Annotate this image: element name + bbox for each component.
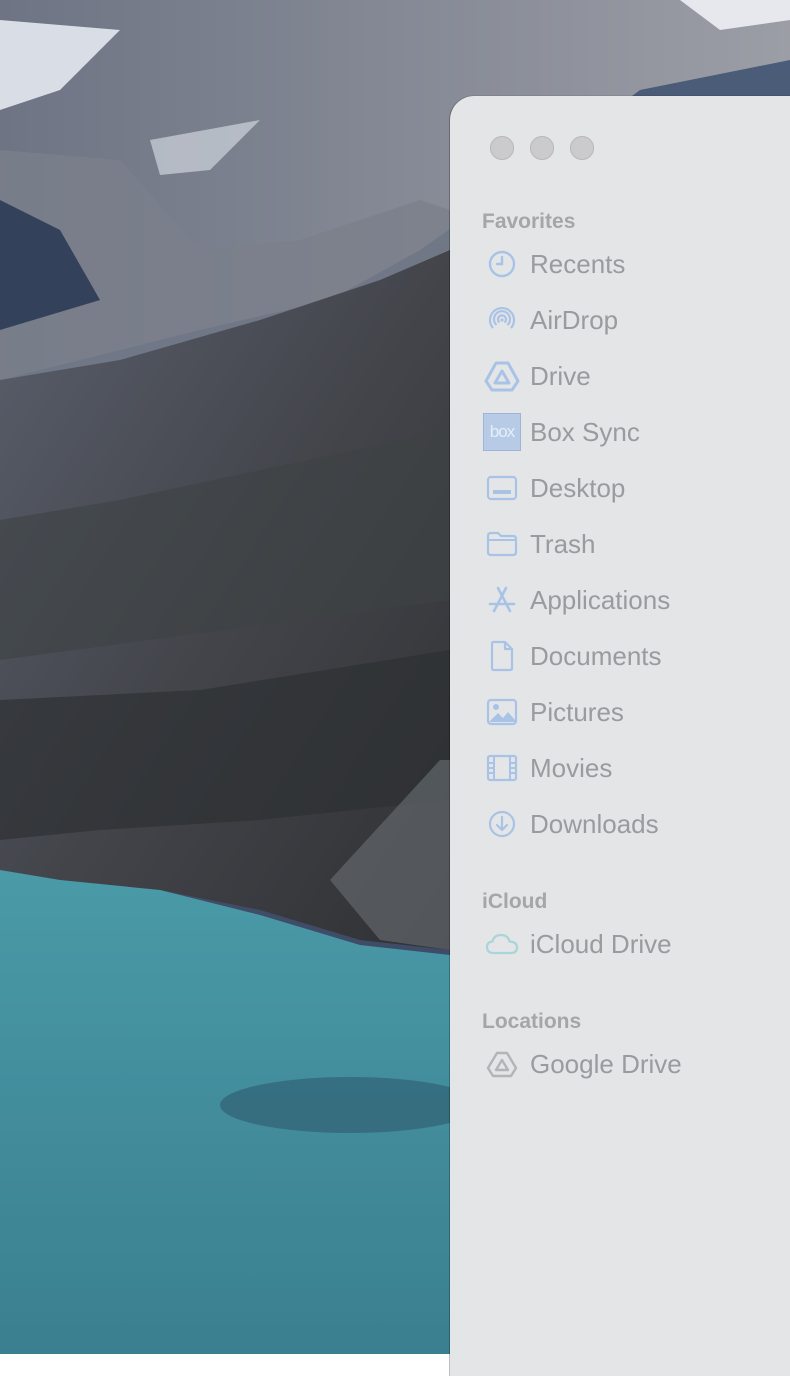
- sidebar-item-label: Trash: [530, 528, 596, 559]
- sidebar-item-label: Pictures: [530, 696, 624, 727]
- close-button[interactable]: [490, 136, 514, 160]
- sidebar-item-drive[interactable]: Drive: [482, 348, 782, 404]
- sidebar-item-trash[interactable]: Trash: [482, 516, 782, 572]
- sidebar-item-downloads[interactable]: Downloads: [482, 796, 782, 852]
- sidebar-item-label: Movies: [530, 752, 613, 783]
- sidebar-item-label: Google Drive: [530, 1048, 682, 1079]
- sidebar-item-movies[interactable]: Movies: [482, 740, 782, 796]
- sidebar-item-icloud-drive[interactable]: iCloud Drive: [482, 916, 782, 972]
- box-logo-icon: box: [482, 412, 522, 452]
- sidebar-item-recents[interactable]: Recents: [482, 236, 782, 292]
- window-controls: [490, 136, 594, 160]
- folder-icon: [482, 524, 522, 564]
- cloud-icon: [482, 924, 522, 964]
- clock-icon: [482, 244, 522, 284]
- sidebar-item-pictures[interactable]: Pictures: [482, 684, 782, 740]
- sidebar-item-airdrop[interactable]: AirDrop: [482, 292, 782, 348]
- download-icon: [482, 804, 522, 844]
- sidebar-item-google-drive[interactable]: Google Drive: [482, 1036, 782, 1092]
- sidebar-item-label: Documents: [530, 640, 662, 671]
- sidebar-item-desktop[interactable]: Desktop: [482, 460, 782, 516]
- document-icon: [482, 636, 522, 676]
- sidebar-item-label: Applications: [530, 584, 671, 615]
- sidebar-section-icloud: iCloud iCloud Drive: [482, 888, 782, 972]
- desktop-icon: [482, 468, 522, 508]
- section-title-locations: Locations: [482, 1010, 582, 1033]
- sidebar-section-locations: Locations Google Drive: [482, 1008, 782, 1092]
- sidebar-item-label: Downloads: [530, 808, 659, 839]
- zoom-button[interactable]: [570, 136, 594, 160]
- sidebar-item-label: Box Sync: [530, 416, 640, 447]
- sidebar-item-applications[interactable]: Applications: [482, 572, 782, 628]
- sidebar-item-label: iCloud Drive: [530, 928, 672, 959]
- pictures-icon: [482, 692, 522, 732]
- film-icon: [482, 748, 522, 788]
- google-drive-icon: [482, 356, 522, 396]
- section-title-icloud: iCloud: [482, 890, 548, 913]
- section-title-favorites: Favorites: [482, 210, 576, 233]
- minimize-button[interactable]: [530, 136, 554, 160]
- sidebar-item-label: AirDrop: [530, 304, 619, 335]
- airdrop-icon: [482, 300, 522, 340]
- finder-window: Favorites Recents AirDrop Drive box Box …: [450, 96, 790, 1376]
- sidebar-item-documents[interactable]: Documents: [482, 628, 782, 684]
- sidebar-item-label: Desktop: [530, 472, 626, 503]
- sidebar-section-favorites: Favorites Recents AirDrop Drive box Box …: [482, 208, 782, 852]
- google-drive-location-icon: [482, 1044, 522, 1084]
- sidebar-item-box-sync[interactable]: box Box Sync: [482, 404, 782, 460]
- applications-icon: [482, 580, 522, 620]
- finder-sidebar: Favorites Recents AirDrop Drive box Box …: [482, 208, 782, 1128]
- sidebar-item-label: Drive: [530, 360, 591, 391]
- sidebar-item-label: Recents: [530, 248, 626, 279]
